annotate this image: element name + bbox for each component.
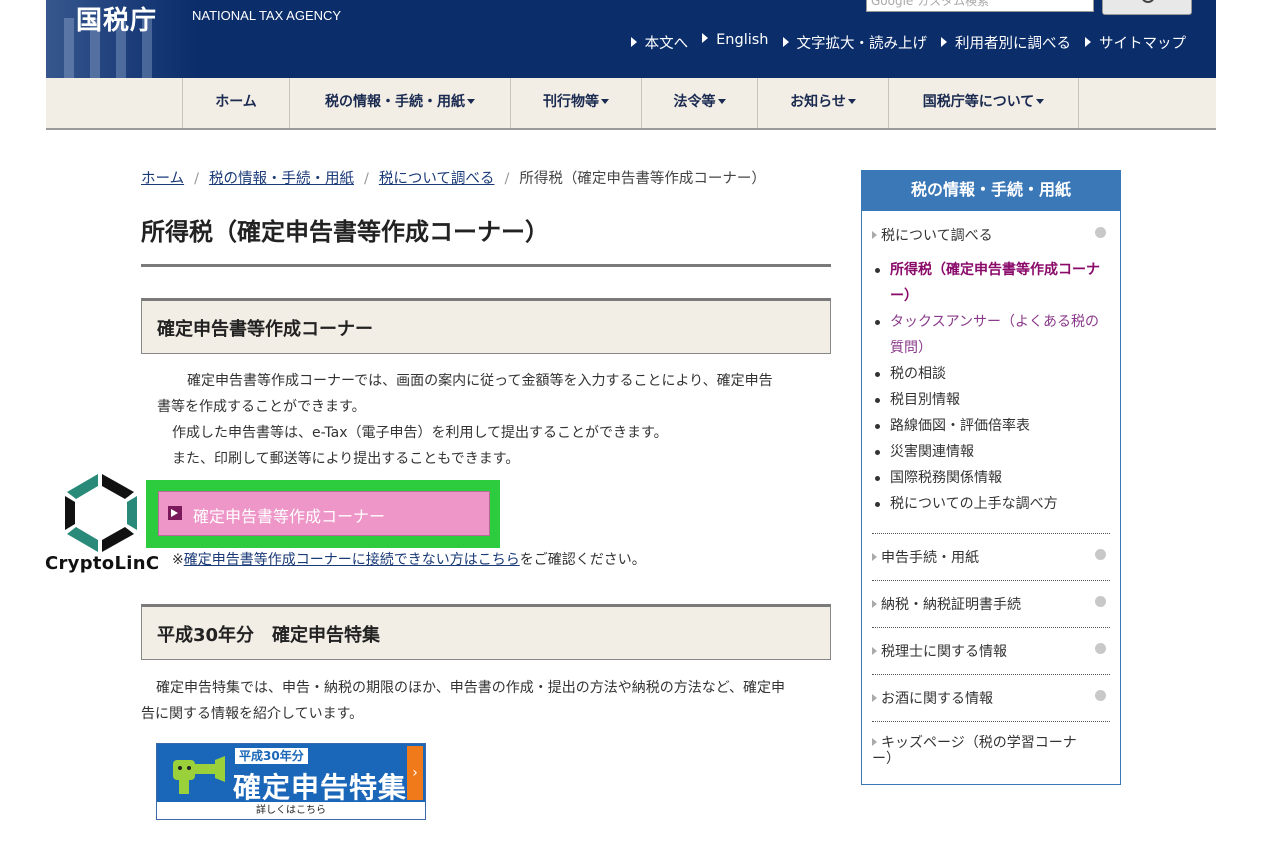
nav-laws[interactable]: 法令等 <box>641 78 757 128</box>
triangle-right-icon <box>630 37 637 47</box>
triangle-right-icon <box>872 600 877 608</box>
chevron-right-icon <box>168 506 182 520</box>
breadcrumb: ホーム / 税の情報・手続・用紙 / 税について調べる / 所得税（確定申告書等作成コーナー… <box>141 171 766 187</box>
expand-down-icon <box>1095 690 1106 701</box>
breadcrumb-home[interactable]: ホーム <box>141 171 184 187</box>
triangle-right-icon <box>872 647 877 655</box>
by-user-link[interactable]: 利用者別に調べる <box>941 32 1071 53</box>
corner-description: 確定申告書等作成コーナーでは、画面の案内に従って金額等を入力することにより、確定… <box>157 373 773 415</box>
section-heading-corner: 確定申告書等作成コーナー <box>141 298 831 354</box>
sidebar-sub-income-tax[interactable]: 所得税（確定申告書等作成コーナー） <box>875 257 1102 309</box>
search-icon <box>1141 0 1155 3</box>
triangle-right-icon <box>872 553 877 561</box>
nav-tax-info[interactable]: 税の情報・手続・用紙 <box>289 78 510 128</box>
breadcrumb-current: 所得税（確定申告書等作成コーナー） <box>519 171 766 187</box>
sidebar-item-filing-forms[interactable]: 申告手続・用紙 <box>872 547 1110 567</box>
nav-news[interactable]: お知らせ <box>757 78 888 128</box>
sidebar-sub-route-price[interactable]: 路線価図・評価倍率表 <box>875 413 1102 439</box>
sidebar-sub-by-tax-type[interactable]: 税目別情報 <box>875 387 1102 413</box>
caret-down-icon <box>601 99 609 104</box>
expand-down-icon <box>1095 596 1106 607</box>
search-button[interactable] <box>1102 0 1192 15</box>
filing-corner-button[interactable]: 確定申告書等作成コーナー <box>158 491 490 536</box>
breadcrumb-tax-research[interactable]: 税について調べる <box>379 171 495 187</box>
expand-down-icon <box>1095 549 1106 560</box>
header-utility-links: 本文へ English 文字拡大・読み上げ 利用者別に調べる サイトマップ <box>630 32 1186 53</box>
sidebar-sub-tax-answer[interactable]: タックスアンサー（よくある税の質問） <box>875 309 1102 361</box>
triangle-right-icon <box>872 694 877 702</box>
cryptolinc-watermark: CryptoLinC <box>45 472 160 580</box>
triangle-right-icon <box>702 33 709 43</box>
caret-down-icon <box>1036 99 1045 104</box>
triangle-right-icon <box>941 37 947 47</box>
collapse-up-icon <box>1095 227 1106 238</box>
triangle-right-icon <box>1085 37 1091 47</box>
filing-special-banner[interactable]: 平成30年分 確定申告特集 › 詳しくはこちら <box>156 743 426 820</box>
sidebar-sub-how-to-research[interactable]: 税についての上手な調べ方 <box>875 491 1102 517</box>
sidebar-title: 税の情報・手続・用紙 <box>862 171 1120 211</box>
sidebar-item-tax-research[interactable]: 税について調べる <box>872 225 1110 245</box>
sidebar-item-payment[interactable]: 納税・納税証明書手続 <box>872 594 1110 614</box>
nav-home[interactable]: ホーム <box>182 78 289 128</box>
nav-publications[interactable]: 刊行物等 <box>510 78 641 128</box>
search-input[interactable]: Google カスタム検索 <box>866 0 1094 12</box>
skip-to-content-link[interactable]: 本文へ <box>630 32 688 53</box>
nav-about[interactable]: 国税庁等について <box>888 78 1079 128</box>
english-link[interactable]: English <box>702 32 769 53</box>
cryptolinc-logo-icon <box>65 474 137 552</box>
caret-down-icon <box>467 99 475 104</box>
special-description: 確定申告特集では、申告・納税の期限のほか、申告書の作成・提出の方法や納税の方法な… <box>141 680 786 722</box>
sidebar-sub-international[interactable]: 国際税務関係情報 <box>875 465 1102 491</box>
connection-note: ※確定申告書等作成コーナーに接続できない方はこちらをご確認ください。 <box>172 552 646 568</box>
sidebar-item-kids[interactable]: キッズページ（税の学習コーナー） <box>872 735 1096 767</box>
sidebar-sub-disaster[interactable]: 災害関連情報 <box>875 439 1102 465</box>
breadcrumb-tax-info[interactable]: 税の情報・手続・用紙 <box>209 171 354 187</box>
triangle-right-icon <box>872 231 877 239</box>
sitemap-link[interactable]: サイトマップ <box>1085 32 1186 53</box>
corner-mail-text: また、印刷して郵送等により提出することもできます。 <box>172 451 520 467</box>
sidebar-sub-consultation[interactable]: 税の相談 <box>875 361 1102 387</box>
corner-etax-text: 作成した申告書等は、e-Tax（電子申告）を利用して提出することができます。 <box>172 425 668 441</box>
mascot-icon <box>173 756 225 794</box>
expand-down-icon <box>1095 643 1106 654</box>
caret-down-icon <box>847 99 856 104</box>
site-logo-english: NATIONAL TAX AGENCY <box>192 8 342 23</box>
sidebar-item-liquor[interactable]: お酒に関する情報 <box>872 688 1110 708</box>
triangle-right-icon <box>872 738 877 746</box>
title-divider <box>141 264 831 267</box>
page-title: 所得税（確定申告書等作成コーナー） <box>141 218 549 246</box>
triangle-right-icon <box>782 37 789 47</box>
section-heading-special: 平成30年分 確定申告特集 <box>141 604 831 660</box>
caret-down-icon <box>717 99 726 104</box>
site-header: 国税庁 NATIONAL TAX AGENCY Google カスタム検索 本文… <box>46 0 1216 78</box>
site-logo[interactable]: 国税庁 <box>76 0 157 37</box>
connection-help-link[interactable]: 確定申告書等作成コーナーに接続できない方はこちら <box>184 552 520 568</box>
text-size-speech-link[interactable]: 文字拡大・読み上げ <box>782 32 927 53</box>
sidebar: 税の情報・手続・用紙 税について調べる 所得税（確定申告書等作成コーナー） タッ… <box>861 170 1121 785</box>
global-nav: ホーム 税の情報・手続・用紙 刊行物等 法令等 お知らせ 国税庁等について <box>46 78 1216 130</box>
sidebar-item-tax-accountant[interactable]: 税理士に関する情報 <box>872 641 1110 661</box>
chevron-right-icon: › <box>407 746 423 800</box>
